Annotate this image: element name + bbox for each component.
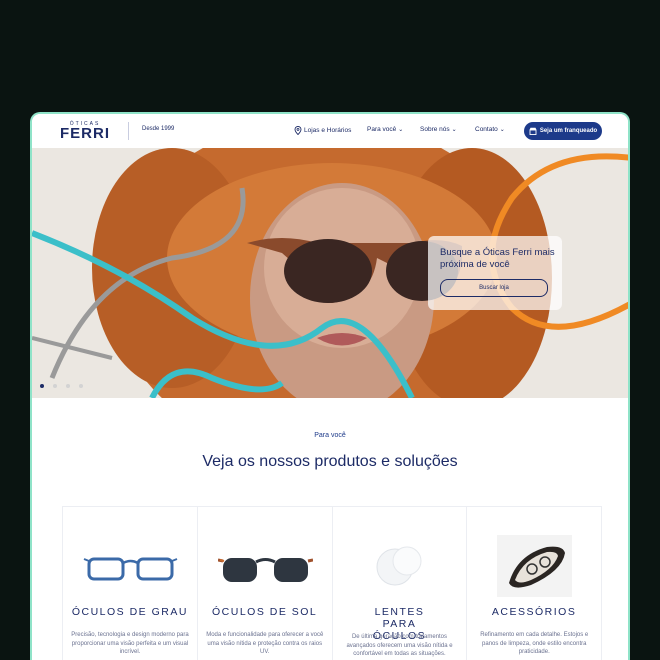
product-title: ÓCULOS DE SOL xyxy=(211,606,318,618)
nav-about[interactable]: Sobre nós ⌄ xyxy=(420,126,457,133)
location-pin-icon xyxy=(294,126,302,135)
carousel-dot[interactable] xyxy=(79,384,83,388)
browser-frame: ÓTICAS FERRI Desde 1999 Lojas e Horários… xyxy=(30,112,630,660)
chevron-down-icon: ⌄ xyxy=(451,127,457,133)
brand-name: FERRI xyxy=(60,125,110,142)
product-description: Refinamento em cada detalhe. Estojos e p… xyxy=(480,632,589,655)
sunglasses-image xyxy=(217,558,313,582)
section-title: Veja os nossos produtos e soluções xyxy=(202,453,458,470)
divider xyxy=(128,122,129,140)
nav-about-label: Sobre nós xyxy=(420,126,450,133)
nav-for-you-label: Para você xyxy=(367,126,397,133)
product-description: De última geração com tratamentos avança… xyxy=(346,634,453,657)
nav-stores-label: Lojas e Horários xyxy=(304,127,352,134)
nav-stores[interactable]: Lojas e Horários xyxy=(294,126,351,135)
carousel-dot[interactable] xyxy=(40,384,44,388)
hero-banner[interactable]: Busque a Óticas Ferri mais próxima de vo… xyxy=(32,148,628,398)
product-description: Moda e funcionalidade para oferecer a vo… xyxy=(206,632,324,655)
carousel-dot[interactable] xyxy=(53,384,57,388)
product-card-sunglasses[interactable]: ÓCULOS DE SOL Moda e funcionalidade para… xyxy=(196,507,332,660)
product-title: ACESSÓRIOS xyxy=(491,606,577,618)
lens-image xyxy=(376,546,421,586)
store-icon xyxy=(529,127,537,135)
find-store-button[interactable]: Buscar loja xyxy=(440,279,548,297)
franchise-button-label: Seja um franqueado xyxy=(539,128,598,134)
nav-contact-label: Contato xyxy=(475,126,498,133)
product-card-eyeglasses[interactable]: ÓCULOS DE GRAU Precisão, tecnologia e de… xyxy=(62,507,197,660)
carousel-dots xyxy=(40,384,83,388)
product-title: ÓCULOS DE GRAU xyxy=(71,606,188,618)
chevron-down-icon: ⌄ xyxy=(499,127,505,133)
franchise-button[interactable]: Seja um franqueado xyxy=(524,122,602,140)
store-finder-card: Busque a Óticas Ferri mais próxima de vo… xyxy=(428,236,562,310)
carousel-dot[interactable] xyxy=(66,384,70,388)
site-header: ÓTICAS FERRI Desde 1999 Lojas e Horários… xyxy=(32,114,628,148)
since-label: Desde 1999 xyxy=(142,126,175,132)
chevron-down-icon: ⌄ xyxy=(398,127,404,133)
brand-logo[interactable]: ÓTICAS FERRI xyxy=(60,121,110,142)
glasses-case-image xyxy=(497,535,573,597)
product-card-accessories[interactable]: ACESSÓRIOS Refinamento em cada detalhe. … xyxy=(466,507,602,660)
nav-contact[interactable]: Contato ⌄ xyxy=(475,126,505,133)
section-eyebrow: Para você xyxy=(314,432,346,439)
product-card-lenses[interactable]: LENTES PARA ÓCULOS De última geração com… xyxy=(331,507,467,660)
eyeglasses-image xyxy=(83,557,178,581)
product-grid: ÓCULOS DE GRAU Precisão, tecnologia e de… xyxy=(62,506,602,660)
store-finder-title: Busque a Óticas Ferri mais próxima de vo… xyxy=(440,247,555,270)
product-description: Precisão, tecnologia e design moderno pa… xyxy=(71,632,189,655)
nav-for-you[interactable]: Para você ⌄ xyxy=(367,126,403,133)
